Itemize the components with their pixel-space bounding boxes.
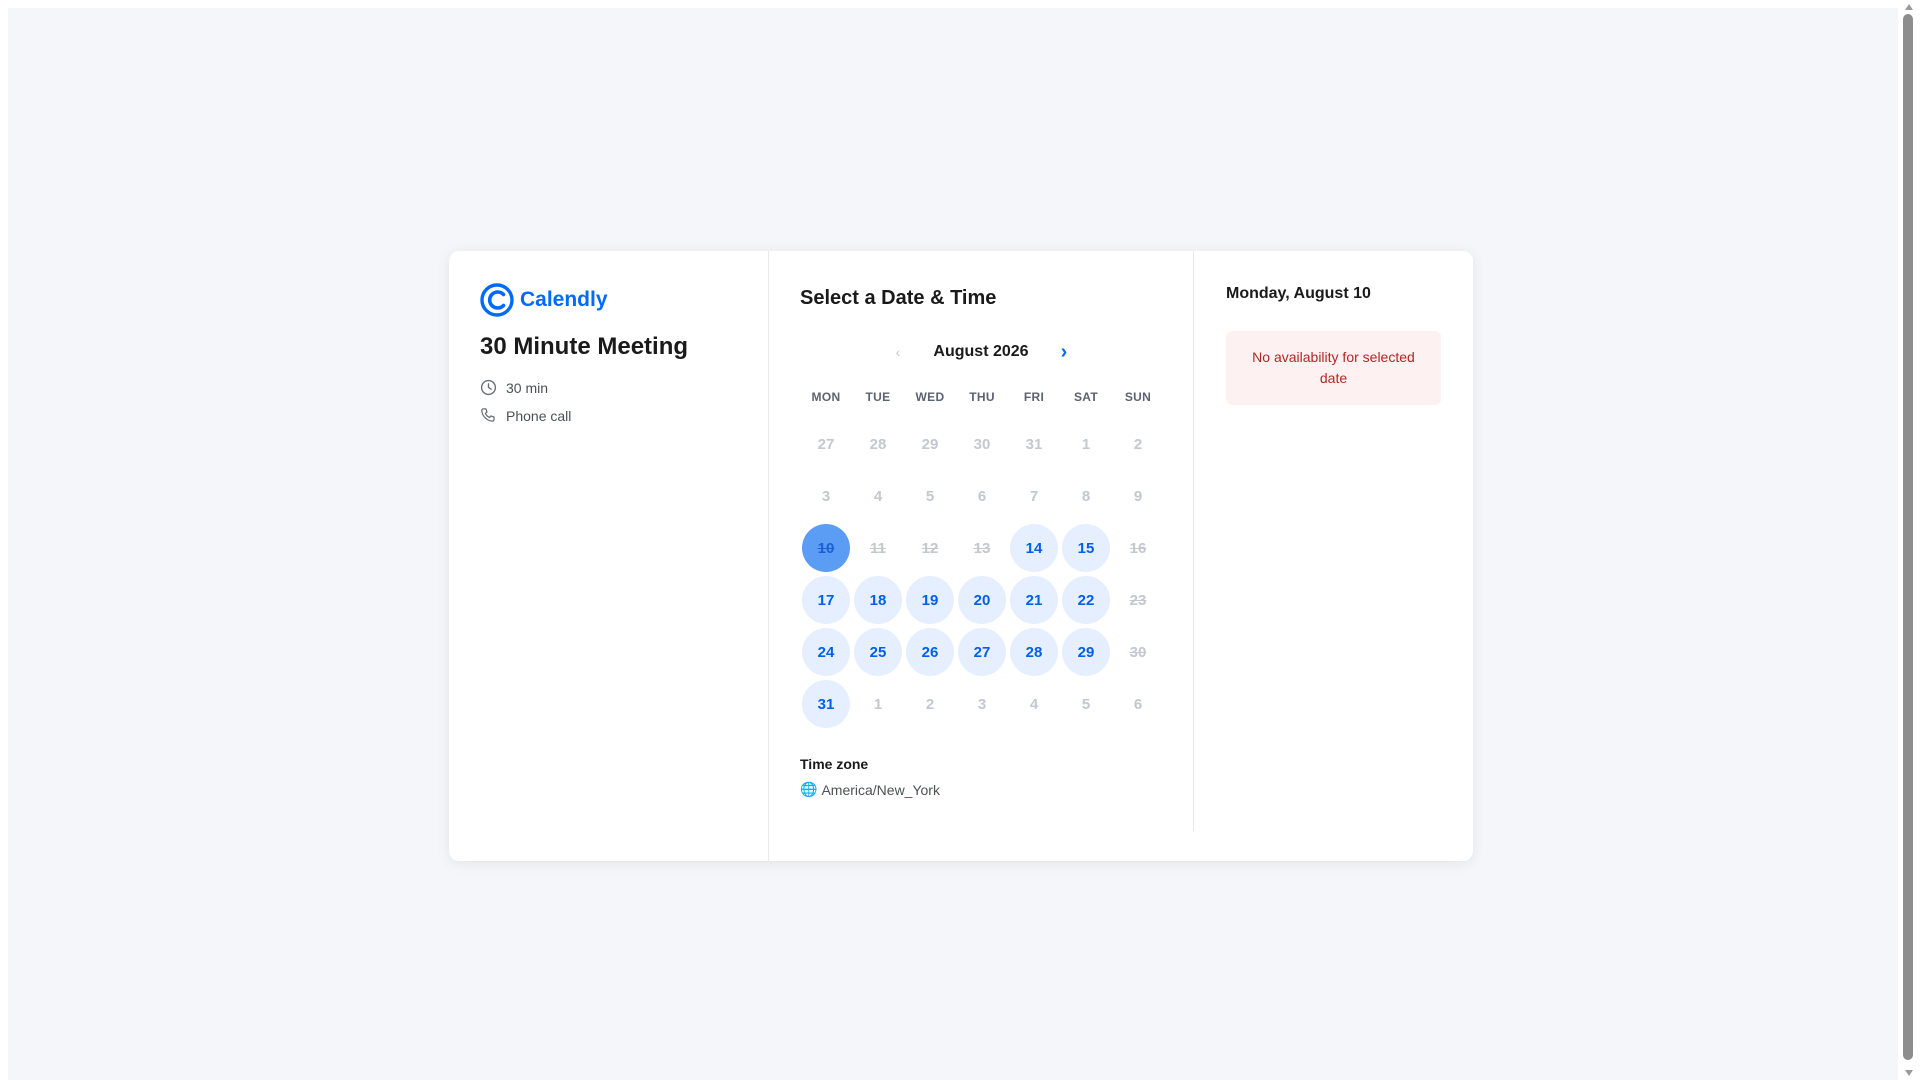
phone-icon [481,408,495,422]
timezone-value: America/New_York [821,781,940,798]
calendar-day: 7 [1029,487,1039,505]
previous-month-button[interactable]: ‹ [880,344,916,360]
brand-name: Calendly [520,288,608,311]
calendar-day: 23 [1129,591,1147,609]
event-location-label: Phone call [506,407,572,424]
calendar-day: 4 [1029,695,1039,713]
event-details-panel: Calendly 30 Minute Meeting 30 min Phone … [449,251,769,861]
calendar-day: 31 [1025,435,1043,453]
timezone-label: Time zone [800,756,869,772]
calendar-day: 5 [925,487,935,505]
booking-card: Calendly 30 Minute Meeting 30 min Phone … [449,251,1473,861]
calendar-day[interactable]: 20 [958,576,1006,624]
event-duration: 30 min [480,379,737,396]
calendar-day[interactable]: 22 [1062,576,1110,624]
calendar-day: 13 [973,539,991,557]
calendar-day: 30 [1129,643,1147,661]
weekday-label: SUN [1124,390,1152,404]
calendar-day: 3 [977,695,987,713]
scroll-down-icon[interactable] [1905,1070,1913,1076]
calendar-day[interactable]: 18 [854,576,902,624]
calendar-day[interactable]: 19 [906,576,954,624]
weekday-label: FRI [1023,390,1045,404]
scroll-up-icon[interactable] [1905,4,1913,10]
event-location: Phone call [480,407,737,424]
page-background: Calendly 30 Minute Meeting 30 min Phone … [8,8,1898,1080]
weekday-label: THU [969,390,995,404]
calendar-day: 27 [817,435,835,453]
time-slots-panel: Monday, August 10 No availability for se… [1194,251,1473,861]
calendar-day: 30 [973,435,991,453]
calendar-day: 9 [1133,487,1143,505]
weekday-label: WED [915,390,945,404]
calendar-panel: Select a Date & Time ‹ August 2026 › MON… [769,251,1194,831]
calendar-day[interactable]: 27 [958,628,1006,676]
vertical-scrollbar[interactable] [1898,0,1920,1080]
clock-icon [480,379,497,396]
next-month-button[interactable]: › [1046,341,1082,364]
calendar-day: 1 [873,695,883,713]
calendar-day: 16 [1129,539,1147,557]
event-duration-label: 30 min [506,379,549,396]
weekday-label: MON [811,390,841,404]
calendar-day: 3 [821,487,831,505]
calendar-day: 6 [1133,695,1143,713]
weekday-label: TUE [865,390,891,404]
calendar-day[interactable]: 24 [802,628,850,676]
calendar-day: 29 [921,435,939,453]
calendar-day: 2 [925,695,935,713]
event-title: 30 Minute Meeting [480,333,689,360]
calendar-heading: Select a Date & Time [800,287,997,309]
calendar-day[interactable]: 29 [1062,628,1110,676]
calendar-day: 11 [870,539,886,557]
calendar-day: 8 [1081,487,1091,505]
weekday-label: SAT [1073,390,1098,404]
calendar-day[interactable]: 15 [1062,524,1110,572]
calendar-day[interactable]: 31 [802,680,850,728]
calendar-day: 2 [1133,435,1143,453]
calendar-day: 1 [1081,435,1091,453]
calendar-day: 12 [921,539,939,557]
month-label: August 2026 [933,343,1029,360]
calendar-day: 28 [869,435,887,453]
calendly-logo-icon [480,283,514,317]
timezone-selector[interactable]: 🌐 America/New_York [800,781,1162,798]
calendar-day[interactable]: 26 [906,628,954,676]
globe-icon: 🌐 [800,781,818,797]
calendar-day: 5 [1081,695,1091,713]
calendar-day[interactable]: 17 [802,576,850,624]
calendar-day: 4 [873,487,883,505]
calendar-day[interactable]: 25 [854,628,902,676]
calendar-day[interactable]: 28 [1010,628,1058,676]
calendar-day: 6 [977,487,987,505]
calendar-grid: 27 28 29 30 31 1 2 3 4 5 6 7 8 9 10 11 12 13 14 15 16 17 18 19 2… [800,418,1162,730]
selected-date-heading: Monday, August 10 [1226,285,1371,302]
month-navigation: ‹ August 2026 › [800,340,1162,364]
weekday-header: MON TUE WED THU FRI SAT SUN [800,390,1162,404]
brand: Calendly [480,283,737,317]
calendar-day[interactable]: 21 [1010,576,1058,624]
no-availability-message: No availability for selected date [1226,331,1441,405]
calendar-day[interactable]: 14 [1010,524,1058,572]
calendar-day-selected[interactable]: 10 [802,524,850,572]
scrollbar-thumb[interactable] [1903,14,1913,1060]
